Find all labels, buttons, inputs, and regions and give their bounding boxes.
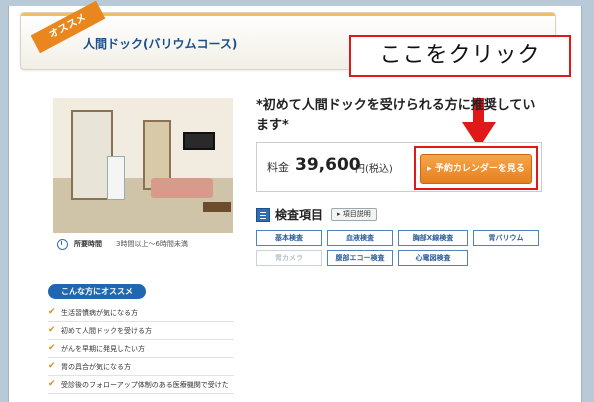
- exam-items-header: 検査項目 ▸ 項目説明: [256, 206, 377, 223]
- list-item: ✔ 受診後のフォローアップ体制のある医療機関で受けた: [48, 376, 234, 394]
- item-explanation-button[interactable]: ▸ 項目説明: [331, 208, 377, 221]
- exam-tag-basic[interactable]: 基本検査: [256, 230, 322, 246]
- price-value: 39,600: [295, 155, 361, 175]
- waiting-room-photo: [53, 98, 233, 233]
- recommend-list: ✔ 生活習慣病が気になる方 ✔ 初めて人間ドックを受ける方 ✔ がんを早期に発見したい…: [48, 304, 234, 394]
- check-icon: ✔: [48, 361, 56, 371]
- clock-icon: [57, 238, 68, 250]
- exam-items-title: 検査項目: [275, 208, 324, 222]
- check-icon: ✔: [48, 325, 56, 335]
- list-icon: [256, 207, 270, 222]
- price-label: 料金: [267, 161, 289, 174]
- recommend-badge: こんな方にオススメ: [48, 284, 146, 299]
- duration-label: 所要時間: [74, 240, 102, 248]
- check-icon: ✔: [48, 343, 56, 353]
- exam-tag-blood[interactable]: 血液検査: [327, 230, 393, 246]
- duration-row: 所要時間 3時間以上〜6時間未満: [53, 234, 233, 254]
- reservation-calendar-button[interactable]: ▸ 予約カレンダーを見る: [420, 154, 532, 184]
- exam-tag-ecg[interactable]: 心電図検査: [398, 250, 468, 266]
- exam-tag-barium[interactable]: 胃バリウム: [473, 230, 539, 246]
- price-unit: 円(税込): [355, 164, 393, 175]
- exam-tag-chest-xray[interactable]: 胸部X線検査: [398, 230, 468, 246]
- check-icon: ✔: [48, 307, 56, 317]
- list-item: ✔ 胃の具合が気になる方: [48, 358, 234, 376]
- check-icon: ✔: [48, 379, 56, 389]
- click-here-callout: ここをクリック: [349, 35, 571, 77]
- list-item: ✔ 生活習慣病が気になる方: [48, 304, 234, 322]
- list-item: ✔ 初めて人間ドックを受ける方: [48, 322, 234, 340]
- exam-tag-abdominal-echo[interactable]: 腹部エコー検査: [327, 250, 393, 266]
- duration-value: 3時間以上〜6時間未満: [116, 240, 188, 248]
- exam-tag-gastroscope: 胃カメラ: [256, 250, 322, 266]
- list-item: ✔ がんを早期に発見したい方: [48, 340, 234, 358]
- course-title: 人間ドック(バリウムコース): [83, 37, 238, 51]
- course-tagline: *初めて人間ドックを受けられる方に推奨しています*: [256, 98, 536, 133]
